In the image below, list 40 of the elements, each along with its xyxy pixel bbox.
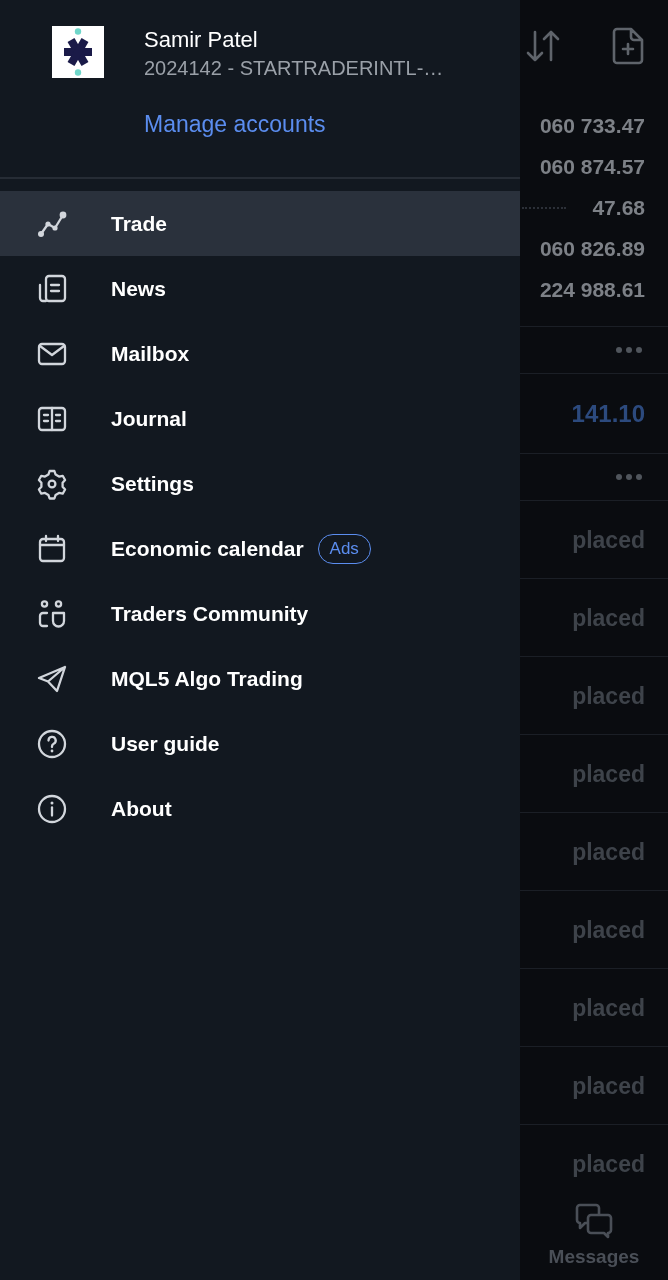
balance-value: 060 874.57: [539, 153, 645, 180]
menu-item[interactable]: Mailbox: [0, 321, 520, 386]
order-status: placed: [572, 681, 645, 710]
order-status: placed: [572, 837, 645, 866]
manage-accounts-link[interactable]: Manage accounts: [144, 110, 326, 138]
info-icon: [36, 792, 68, 825]
user-name: Samir Patel: [144, 26, 259, 54]
help-icon: [36, 727, 68, 760]
menu-item[interactable]: About: [0, 776, 520, 841]
newspaper-icon: [36, 272, 68, 305]
menu-item[interactable]: Settings: [0, 451, 520, 516]
settings-icon: [36, 467, 68, 500]
account-number: 2024142 - STARTRADERINTL-…: [144, 56, 444, 81]
order-status: placed: [572, 993, 645, 1022]
calendar-icon: [36, 532, 68, 565]
logo-icon: [52, 26, 104, 78]
balance-value: 060 826.89: [539, 235, 645, 262]
menu-item[interactable]: Economic calendar Ads: [0, 516, 520, 581]
order-status: placed: [572, 1071, 645, 1100]
menu-item[interactable]: Trade: [0, 191, 520, 256]
order-status: placed: [572, 915, 645, 944]
order-status: placed: [572, 603, 645, 632]
sort-icon[interactable]: [525, 29, 561, 63]
menu-item[interactable]: MQL5 Algo Trading: [0, 646, 520, 711]
balance-value: 47.68: [592, 194, 645, 221]
people-icon: [36, 597, 68, 630]
position-value: 141.10: [571, 399, 645, 428]
menu-item[interactable]: Traders Community: [0, 581, 520, 646]
more-icon[interactable]: [616, 474, 642, 480]
order-status: placed: [572, 759, 645, 788]
menu-item[interactable]: Journal: [0, 386, 520, 451]
balance-value: 224 988.61: [539, 276, 645, 303]
order-status: placed: [572, 1149, 645, 1178]
menu-item[interactable]: News: [0, 256, 520, 321]
order-status: placed: [572, 525, 645, 554]
balance-value: 060 733.47: [539, 112, 645, 139]
menu-item[interactable]: User guide: [0, 711, 520, 776]
chat-bubbles-icon: [575, 1203, 613, 1239]
file-plus-icon[interactable]: [612, 27, 644, 65]
more-icon[interactable]: [616, 347, 642, 353]
